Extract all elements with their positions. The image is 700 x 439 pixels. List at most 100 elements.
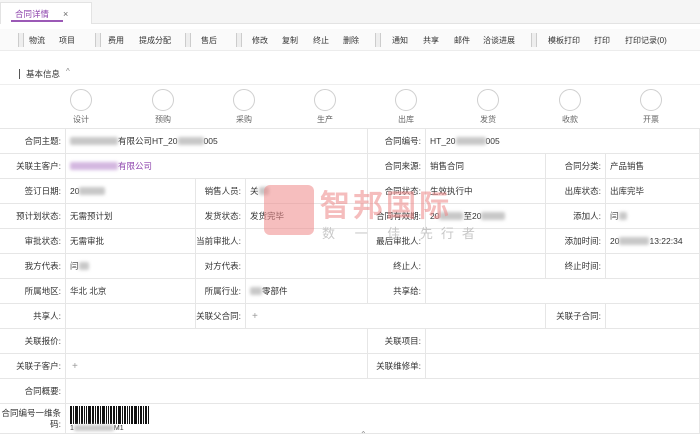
delete-button[interactable]: 删除 bbox=[343, 33, 359, 47]
value-last-approver bbox=[426, 229, 546, 254]
label-share-to: 共享给: bbox=[368, 279, 426, 304]
step-outbound: 出库 bbox=[386, 89, 426, 125]
step-label: 采购 bbox=[236, 115, 252, 124]
project-button[interactable]: 项目 bbox=[59, 33, 75, 47]
copy-button[interactable]: 复制 bbox=[282, 33, 298, 47]
value-add-time: 20 13:22:34 bbox=[606, 229, 700, 254]
chevron-up-icon[interactable]: ⌃ bbox=[360, 430, 367, 439]
section-title: 基本信息 bbox=[26, 69, 61, 79]
value-sign-date: 20 bbox=[66, 179, 196, 204]
section-marker bbox=[19, 69, 20, 79]
value-region: 华北 北京 bbox=[66, 279, 196, 304]
chevron-up-icon[interactable]: ^ bbox=[66, 67, 70, 76]
commission-button[interactable]: 提成分配 bbox=[139, 33, 171, 47]
close-icon[interactable]: × bbox=[63, 9, 68, 19]
redacted bbox=[177, 137, 204, 145]
adder-text: 闫 bbox=[610, 211, 619, 221]
mail-button[interactable]: 邮件 bbox=[454, 33, 470, 47]
edit-button[interactable]: 修改 bbox=[252, 33, 268, 47]
label-contract-subject: 合同主题: bbox=[0, 129, 66, 154]
share-button[interactable]: 共享 bbox=[423, 33, 439, 47]
barcode-number: 1 M1 bbox=[70, 425, 124, 432]
toolbar-separator bbox=[236, 33, 242, 47]
label-terminator: 终止人: bbox=[368, 254, 426, 279]
label-contract-category: 合同分类: bbox=[546, 154, 606, 179]
tab-contract-detail[interactable]: 合同详情 × bbox=[0, 2, 92, 24]
redacted bbox=[250, 287, 262, 295]
value-child-contract bbox=[606, 304, 700, 329]
tab-title: 合同详情 bbox=[15, 8, 50, 19]
label-parent-contract: 关联父合同: bbox=[196, 304, 246, 329]
label-contract-no: 合同编号: bbox=[368, 129, 426, 154]
redacted bbox=[481, 212, 506, 220]
label-sharer: 共享人: bbox=[0, 304, 66, 329]
value-share-to bbox=[426, 279, 700, 304]
redacted bbox=[70, 137, 118, 145]
redacted bbox=[79, 187, 106, 195]
industry-text: 零部件 bbox=[262, 286, 288, 296]
add-parent-contract-button[interactable]: + bbox=[250, 311, 258, 322]
label-plan-status: 预计划状态: bbox=[0, 204, 66, 229]
step-payment: 收款 bbox=[550, 89, 590, 125]
add-sub-customer-button[interactable]: + bbox=[70, 361, 78, 372]
step-circle bbox=[395, 89, 417, 111]
toolbar: 物流 项目 费用 提成分配 售后 修改 复制 终止 删除 通知 共享 邮件 洽谈… bbox=[0, 29, 700, 51]
value-repair-order bbox=[426, 354, 700, 379]
negotiation-button[interactable]: 洽谈进展 bbox=[483, 33, 515, 47]
print-record-button[interactable]: 打印记录(0) bbox=[625, 33, 667, 47]
print-button[interactable]: 打印 bbox=[594, 33, 610, 47]
value-contract-no: HT_20 005 bbox=[426, 129, 700, 154]
after-sales-button[interactable]: 售后 bbox=[201, 33, 217, 47]
barcode-image bbox=[70, 405, 150, 424]
label-region: 所属地区: bbox=[0, 279, 66, 304]
value-our-rep: 闫 bbox=[66, 254, 196, 279]
redacted bbox=[455, 137, 486, 145]
template-print-button[interactable]: 模板打印 bbox=[548, 33, 580, 47]
label-sign-date: 签订日期: bbox=[0, 179, 66, 204]
step-design: 设计 bbox=[61, 89, 101, 125]
logistics-button[interactable]: 物流 bbox=[29, 33, 45, 47]
info-grid: 合同主题: 有限公司 HT_20 005 合同编号: HT_20 005 关联主客户:… bbox=[0, 128, 700, 434]
expense-button[interactable]: 费用 bbox=[108, 33, 124, 47]
section-header[interactable]: 基本信息 ^ bbox=[0, 63, 700, 85]
step-label: 预购 bbox=[155, 115, 171, 124]
terminate-button[interactable]: 终止 bbox=[313, 33, 329, 47]
step-shipping: 发货 bbox=[468, 89, 508, 125]
redacted bbox=[439, 212, 464, 220]
value-related-quote bbox=[66, 329, 368, 354]
notify-button[interactable]: 通知 bbox=[392, 33, 408, 47]
label-last-approver: 最后审批人: bbox=[368, 229, 426, 254]
redacted bbox=[78, 262, 89, 270]
step-circle bbox=[233, 89, 255, 111]
no-end: 005 bbox=[485, 136, 500, 146]
value-approval-status: 无需审批 bbox=[66, 229, 196, 254]
value-contract-category: 产品销售 bbox=[606, 154, 700, 179]
step-label: 设计 bbox=[73, 115, 89, 124]
value-sub-customer: + bbox=[66, 354, 368, 379]
customer-link[interactable]: 有限公司 bbox=[118, 160, 152, 172]
step-circle bbox=[640, 89, 662, 111]
label-main-customer: 关联主客户: bbox=[0, 154, 66, 179]
step-circle bbox=[70, 89, 92, 111]
step-invoice: 开票 bbox=[631, 89, 671, 125]
step-label: 收款 bbox=[562, 115, 578, 124]
label-contract-source: 合同来源: bbox=[368, 154, 426, 179]
valid-end: 至20 bbox=[463, 211, 482, 221]
label-ship-status: 发货状态: bbox=[196, 204, 246, 229]
label-industry: 所属行业: bbox=[196, 279, 246, 304]
label-repair-order: 关联维修单: bbox=[368, 354, 426, 379]
value-main-customer[interactable]: 有限公司 bbox=[66, 154, 368, 179]
step-circle bbox=[314, 89, 336, 111]
label-approval-status: 审批状态: bbox=[0, 229, 66, 254]
barcode-suffix: M1 bbox=[113, 424, 124, 432]
step-label: 出库 bbox=[398, 115, 414, 124]
toolbar-separator bbox=[18, 33, 24, 47]
no-text: HT_20 bbox=[430, 136, 456, 146]
sign-date-text: 20 bbox=[70, 186, 80, 196]
label-current-approver: 当前审批人: bbox=[196, 229, 246, 254]
value-terminate-time bbox=[606, 254, 700, 279]
step-circle bbox=[559, 89, 581, 111]
value-parent-contract: + bbox=[246, 304, 546, 329]
value-their-rep bbox=[246, 254, 368, 279]
tab-underline bbox=[11, 20, 63, 22]
